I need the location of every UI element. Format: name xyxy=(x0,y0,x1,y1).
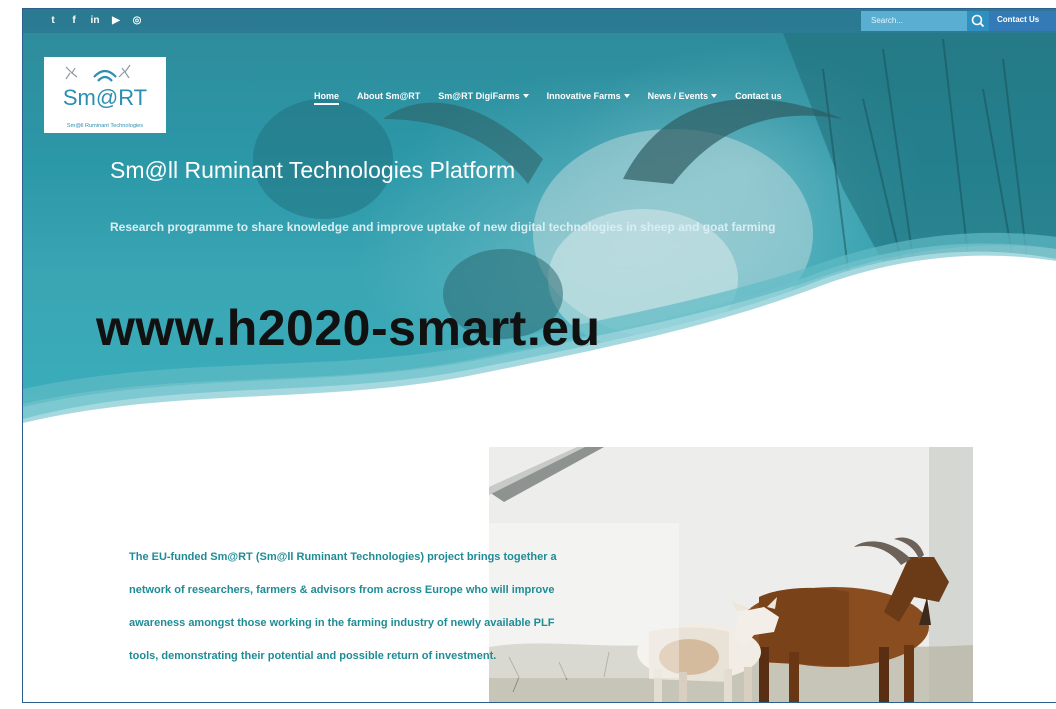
intro-line: tools, demonstrating their potential and… xyxy=(129,650,497,662)
youtube-icon[interactable]: ▶ xyxy=(110,15,122,27)
social-links: t f in ▶ ◎ xyxy=(47,15,143,27)
nav-item-home[interactable]: Home xyxy=(314,91,340,105)
nav-item-label: Sm@RT DigiFarms xyxy=(438,91,520,101)
instagram-icon[interactable]: ◎ xyxy=(131,15,143,27)
nav-item-news-events[interactable]: News / Events xyxy=(648,91,718,105)
main-nav: Home About Sm@RT Sm@RT DigiFarms Innovat… xyxy=(314,91,800,105)
intro-text: The EU-funded Sm@RT (Sm@ll Ruminant Tech… xyxy=(129,547,659,679)
top-bar: t f in ▶ ◎ Search... Contact Us xyxy=(23,9,1056,33)
nav-item-label: Contact us xyxy=(735,91,782,101)
nav-item-label: Innovative Farms xyxy=(546,91,621,101)
nav-item-label: News / Events xyxy=(647,91,709,101)
intro-line: network of researchers, farmers & adviso… xyxy=(129,584,555,596)
nav-item-label: About Sm@RT xyxy=(357,91,421,101)
nav-item-label: Home xyxy=(314,91,340,101)
chevron-down-icon xyxy=(711,94,718,98)
chevron-down-icon xyxy=(522,94,529,98)
nav-item-digifarms[interactable]: Sm@RT DigiFarms xyxy=(438,91,529,105)
site-logo[interactable]: Sm@RT Sm@ll Ruminant Technologies xyxy=(44,57,166,133)
facebook-icon[interactable]: f xyxy=(68,15,80,27)
hero-title: Sm@ll Ruminant Technologies Platform xyxy=(110,157,516,183)
search-input[interactable]: Search... xyxy=(861,11,967,31)
nav-item-innovative-farms[interactable]: Innovative Farms xyxy=(547,91,630,105)
website-url-overlay: www.h2020-smart.eu xyxy=(96,300,601,356)
chevron-down-icon xyxy=(623,94,630,98)
contact-us-top-link[interactable]: Contact Us xyxy=(989,11,1056,31)
logo-graphic: Sm@RT Sm@ll Ruminant Technologies xyxy=(63,64,147,129)
logo-caption: Sm@ll Ruminant Technologies xyxy=(67,123,143,129)
intro-line: The EU-funded Sm@RT (Sm@ll Ruminant Tech… xyxy=(129,551,557,563)
hero-subtitle: Research programme to share knowledge an… xyxy=(110,220,776,234)
twitter-icon[interactable]: t xyxy=(47,15,59,27)
linkedin-icon[interactable]: in xyxy=(89,15,101,27)
search-button[interactable] xyxy=(967,11,989,31)
browser-page: t f in ▶ ◎ Search... Contact Us Sm@RT Sm… xyxy=(22,8,1056,703)
logo-wordmark: Sm@RT xyxy=(63,85,147,110)
hero-banner: t f in ▶ ◎ Search... Contact Us Sm@RT Sm… xyxy=(23,9,1056,449)
search-icon xyxy=(971,14,985,28)
intro-line: awareness amongst those working in the f… xyxy=(129,617,555,629)
nav-item-about[interactable]: About Sm@RT xyxy=(357,91,420,105)
nav-item-contact[interactable]: Contact us xyxy=(735,91,782,105)
